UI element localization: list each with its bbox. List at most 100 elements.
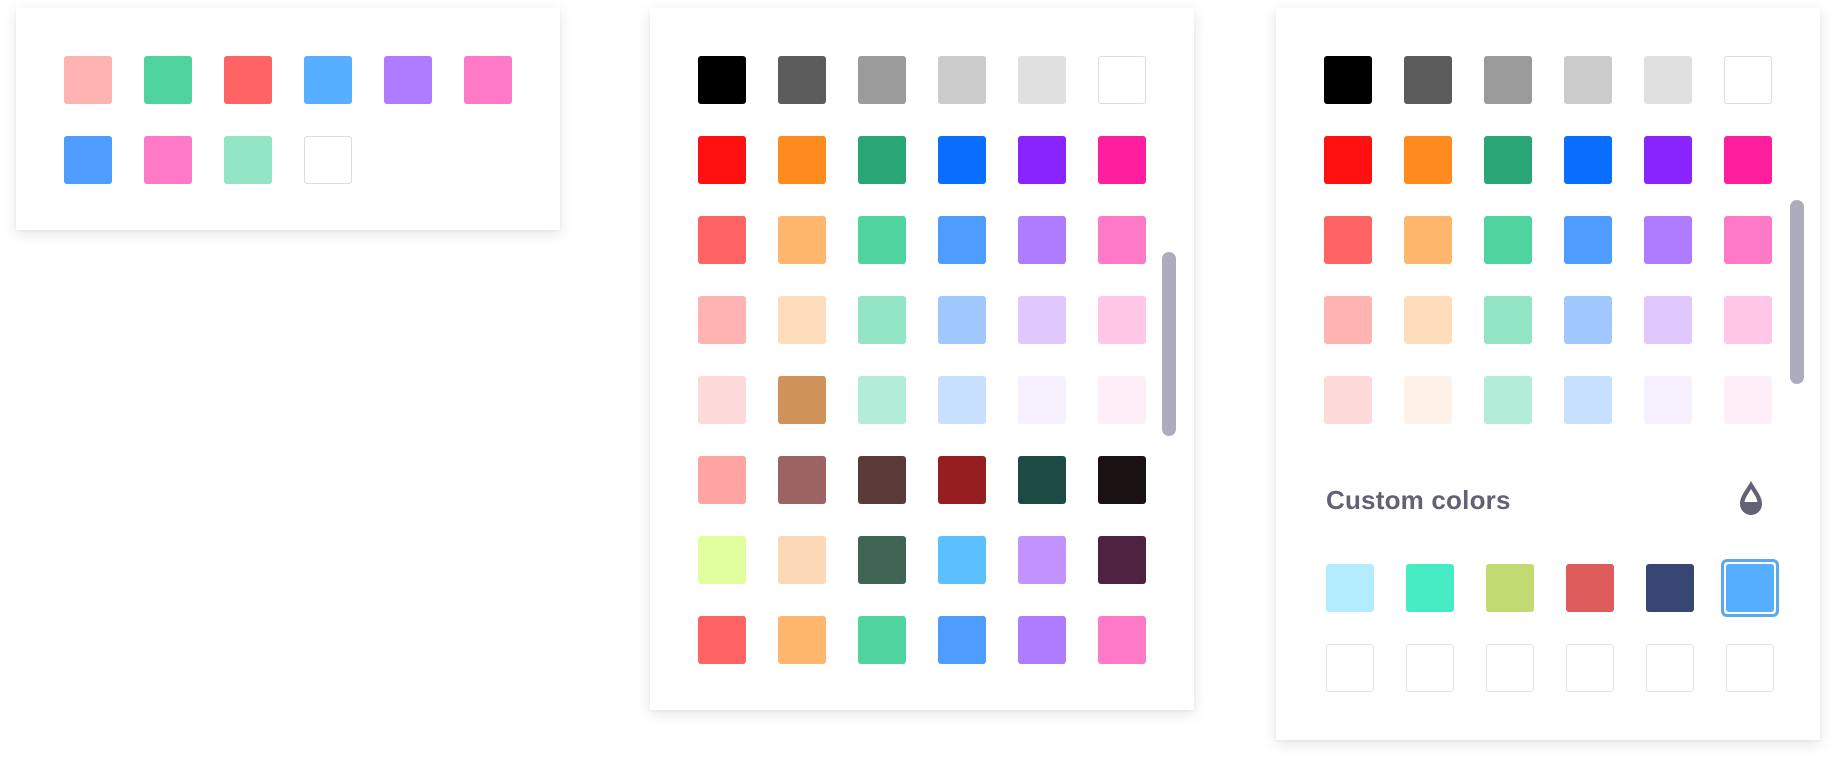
color-swatch[interactable] <box>858 456 906 504</box>
color-swatch[interactable] <box>1404 376 1452 424</box>
color-swatch[interactable] <box>698 536 746 584</box>
color-swatch[interactable] <box>1018 616 1066 664</box>
color-swatch[interactable] <box>1098 536 1146 584</box>
color-swatch[interactable] <box>1484 56 1532 104</box>
color-swatch[interactable] <box>858 616 906 664</box>
color-swatch[interactable] <box>1484 296 1532 344</box>
color-swatch[interactable] <box>1018 456 1066 504</box>
color-swatch[interactable] <box>1564 56 1612 104</box>
color-swatch[interactable] <box>1404 56 1452 104</box>
eyedropper-icon[interactable] <box>1734 478 1768 518</box>
color-swatch[interactable] <box>304 136 352 184</box>
color-swatch[interactable] <box>698 216 746 264</box>
color-swatch[interactable] <box>938 296 986 344</box>
color-swatch[interactable] <box>778 216 826 264</box>
color-swatch[interactable] <box>384 56 432 104</box>
empty-custom-color-slot[interactable] <box>1566 644 1614 692</box>
color-swatch[interactable] <box>778 296 826 344</box>
color-swatch[interactable] <box>1724 376 1772 424</box>
color-swatch[interactable] <box>1644 136 1692 184</box>
color-swatch[interactable] <box>1644 56 1692 104</box>
color-swatch[interactable] <box>938 456 986 504</box>
color-swatch[interactable] <box>938 616 986 664</box>
color-swatch[interactable] <box>938 376 986 424</box>
scrollbar-thumb[interactable] <box>1790 200 1804 384</box>
color-swatch[interactable] <box>1018 216 1066 264</box>
color-swatch[interactable] <box>1564 216 1612 264</box>
color-swatch[interactable] <box>858 216 906 264</box>
color-swatch[interactable] <box>698 376 746 424</box>
color-swatch[interactable] <box>1018 56 1066 104</box>
color-swatch[interactable] <box>858 536 906 584</box>
color-swatch[interactable] <box>938 136 986 184</box>
color-swatch[interactable] <box>1018 536 1066 584</box>
color-swatch[interactable] <box>698 616 746 664</box>
color-swatch[interactable] <box>1724 296 1772 344</box>
color-swatch[interactable] <box>1644 296 1692 344</box>
color-swatch[interactable] <box>64 56 112 104</box>
color-swatch[interactable] <box>938 536 986 584</box>
color-swatch[interactable] <box>698 136 746 184</box>
color-swatch[interactable] <box>1324 216 1372 264</box>
empty-custom-color-slot[interactable] <box>1406 644 1454 692</box>
color-swatch[interactable] <box>1724 216 1772 264</box>
color-swatch[interactable] <box>144 136 192 184</box>
color-swatch[interactable] <box>464 56 512 104</box>
color-swatch[interactable] <box>778 456 826 504</box>
color-swatch[interactable] <box>778 376 826 424</box>
color-swatch[interactable] <box>1484 376 1532 424</box>
color-swatch[interactable] <box>1098 616 1146 664</box>
color-swatch[interactable] <box>858 56 906 104</box>
color-swatch[interactable] <box>698 296 746 344</box>
color-swatch[interactable] <box>1098 376 1146 424</box>
color-swatch[interactable] <box>1564 296 1612 344</box>
color-swatch[interactable] <box>1484 216 1532 264</box>
color-swatch[interactable] <box>1404 136 1452 184</box>
color-swatch[interactable] <box>64 136 112 184</box>
color-swatch[interactable] <box>1098 296 1146 344</box>
empty-custom-color-slot[interactable] <box>1486 644 1534 692</box>
color-swatch[interactable] <box>1324 56 1372 104</box>
color-swatch[interactable] <box>858 296 906 344</box>
color-swatch[interactable] <box>778 136 826 184</box>
color-swatch[interactable] <box>1484 136 1532 184</box>
color-swatch[interactable] <box>1404 216 1452 264</box>
color-swatch[interactable] <box>1018 376 1066 424</box>
color-swatch[interactable] <box>778 616 826 664</box>
color-swatch[interactable] <box>1098 136 1146 184</box>
scrollbar-thumb[interactable] <box>1162 252 1176 436</box>
empty-custom-color-slot[interactable] <box>1326 644 1374 692</box>
custom-color-swatch[interactable] <box>1326 564 1374 612</box>
empty-custom-color-slot[interactable] <box>1726 644 1774 692</box>
color-swatch[interactable] <box>1324 296 1372 344</box>
color-swatch[interactable] <box>938 216 986 264</box>
custom-color-swatch[interactable] <box>1646 564 1694 612</box>
color-swatch[interactable] <box>1724 136 1772 184</box>
color-swatch[interactable] <box>938 56 986 104</box>
color-swatch[interactable] <box>144 56 192 104</box>
color-swatch[interactable] <box>1564 136 1612 184</box>
color-swatch[interactable] <box>1324 136 1372 184</box>
color-swatch[interactable] <box>1404 296 1452 344</box>
custom-color-swatch[interactable] <box>1566 564 1614 612</box>
custom-color-swatch[interactable] <box>1406 564 1454 612</box>
color-swatch[interactable] <box>1098 216 1146 264</box>
color-swatch[interactable] <box>698 456 746 504</box>
color-swatch[interactable] <box>1324 376 1372 424</box>
color-swatch[interactable] <box>1644 376 1692 424</box>
custom-color-swatch-selected[interactable] <box>1721 559 1779 617</box>
color-swatch[interactable] <box>1724 56 1772 104</box>
color-swatch[interactable] <box>858 136 906 184</box>
color-swatch[interactable] <box>1644 216 1692 264</box>
color-swatch[interactable] <box>1564 376 1612 424</box>
color-swatch[interactable] <box>778 536 826 584</box>
color-swatch[interactable] <box>698 56 746 104</box>
color-swatch[interactable] <box>224 136 272 184</box>
color-swatch[interactable] <box>1018 136 1066 184</box>
color-swatch[interactable] <box>1098 56 1146 104</box>
color-swatch[interactable] <box>224 56 272 104</box>
color-swatch[interactable] <box>304 56 352 104</box>
color-swatch[interactable] <box>1018 296 1066 344</box>
color-swatch[interactable] <box>858 376 906 424</box>
color-swatch[interactable] <box>1098 456 1146 504</box>
